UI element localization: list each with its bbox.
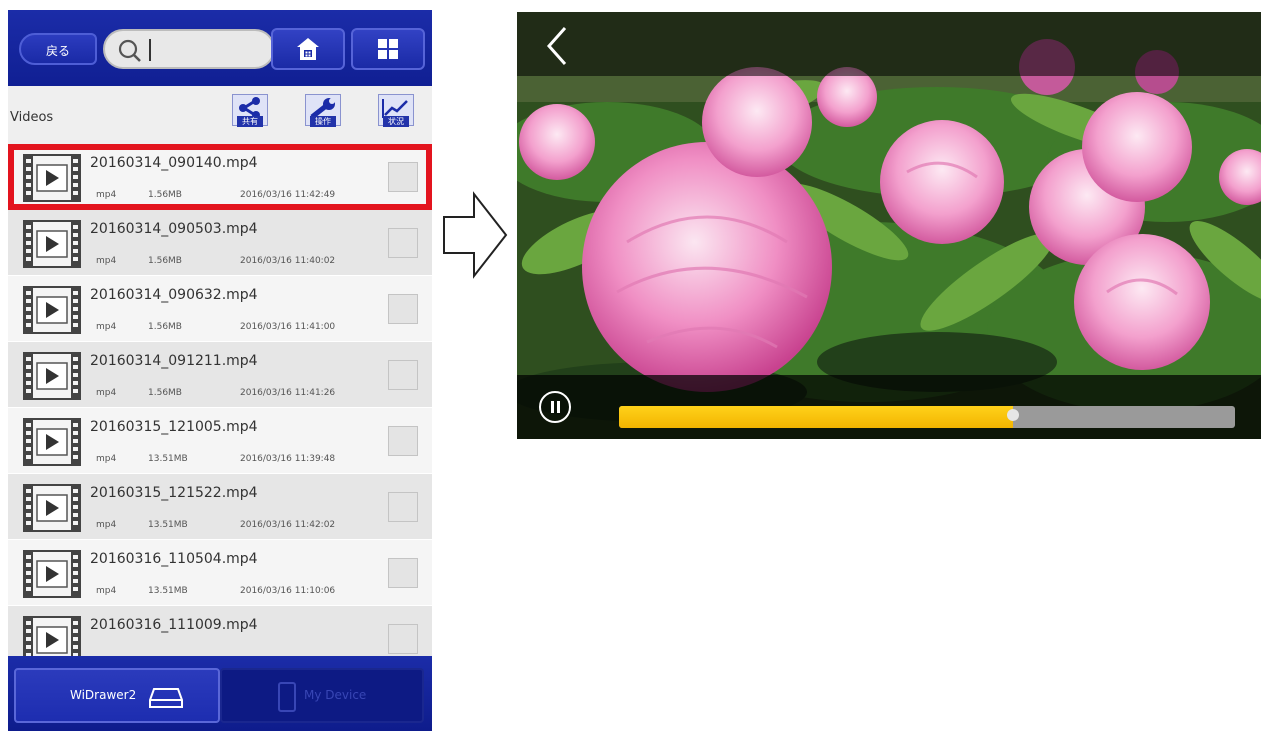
select-checkbox[interactable] [388,426,418,456]
top-bar: 戻る [8,10,432,86]
file-browser-screen: 戻る Videos 共有 操作 状況 20160314_090140.mp4 m… [8,10,432,731]
file-name: 20160314_090140.mp4 [90,155,258,171]
search-icon [118,39,141,62]
list-item[interactable]: 20160315_121005.mp4 mp4 13.51MB 2016/03/16 … [8,408,432,474]
file-name: 20160315_121005.mp4 [90,419,258,435]
tab-widrawer2[interactable]: WiDrawer2 [14,668,220,723]
file-date: 2016/03/16 11:42:49 [240,190,336,200]
select-checkbox[interactable] [388,162,418,192]
file-name: 20160316_110504.mp4 [90,551,258,567]
select-checkbox[interactable] [388,492,418,522]
video-file-icon [23,352,81,400]
home-icon [297,38,319,60]
select-checkbox[interactable] [388,360,418,390]
file-type: mp4 [96,586,117,596]
grid-view-button[interactable] [351,28,425,70]
file-list: 20160314_090140.mp4 mp4 1.56MB 2016/03/16 1… [8,144,432,672]
file-type: mp4 [96,388,117,398]
file-date: 2016/03/16 11:41:00 [240,322,336,332]
folder-title: Videos [10,110,54,125]
operation-label: 操作 [310,116,336,127]
share-button[interactable]: 共有 [232,94,268,138]
status-label: 状況 [383,116,409,127]
file-date: 2016/03/16 11:40:02 [240,256,336,266]
bottom-tab-bar: WiDrawer2 My Device [8,656,432,731]
seek-bar[interactable] [619,406,1235,428]
file-size: 1.56MB [148,388,182,398]
file-name: 20160314_091211.mp4 [90,353,258,369]
file-size: 1.56MB [148,322,182,332]
home-button[interactable] [271,28,345,70]
drive-icon [149,688,183,708]
video-file-icon [23,220,81,268]
file-type: mp4 [96,322,117,332]
list-item[interactable]: 20160315_121522.mp4 mp4 13.51MB 2016/03/16 … [8,474,432,540]
grid-icon [378,39,398,59]
file-date: 2016/03/16 11:10:06 [240,586,336,596]
back-chevron-icon[interactable] [545,26,569,66]
file-date: 2016/03/16 11:41:26 [240,388,336,398]
video-file-icon [23,154,81,202]
player-controls [517,375,1261,439]
file-size: 1.56MB [148,190,182,200]
text-cursor [149,39,151,61]
video-file-icon [23,286,81,334]
back-button[interactable]: 戻る [19,33,97,65]
file-type: mp4 [96,256,117,266]
file-name: 20160314_090632.mp4 [90,287,258,303]
file-date: 2016/03/16 11:42:02 [240,520,336,530]
file-type: mp4 [96,520,117,530]
file-size: 1.56MB [148,256,182,266]
list-item[interactable]: 20160316_110504.mp4 mp4 13.51MB 2016/03/16 … [8,540,432,606]
search-input[interactable] [153,37,267,63]
select-checkbox[interactable] [388,624,418,654]
file-size: 13.51MB [148,586,188,596]
file-name: 20160314_090503.mp4 [90,221,258,237]
tab-my-device[interactable]: My Device [220,668,424,723]
tab-widrawer2-label: WiDrawer2 [70,688,137,702]
file-name: 20160316_111009.mp4 [90,617,258,633]
status-button[interactable]: 状況 [378,94,414,138]
video-player[interactable] [517,12,1261,439]
select-checkbox[interactable] [388,228,418,258]
search-box[interactable] [103,29,275,69]
file-type: mp4 [96,190,117,200]
tab-my-device-label: My Device [304,688,367,702]
right-arrow-icon [443,191,508,279]
list-item[interactable]: 20160314_090632.mp4 mp4 1.56MB 2016/03/16 1… [8,276,432,342]
player-top-bar [517,12,1261,76]
select-checkbox[interactable] [388,294,418,324]
list-item[interactable]: 20160314_091211.mp4 mp4 1.56MB 2016/03/16 1… [8,342,432,408]
folder-toolbar [8,86,432,145]
file-size: 13.51MB [148,520,188,530]
file-size: 13.51MB [148,454,188,464]
list-item[interactable]: 20160314_090140.mp4 mp4 1.56MB 2016/03/16 1… [8,144,432,210]
seek-bar-progress [619,406,1014,428]
share-label: 共有 [237,116,263,127]
pause-button[interactable] [539,391,571,423]
select-checkbox[interactable] [388,558,418,588]
file-name: 20160315_121522.mp4 [90,485,258,501]
list-item[interactable]: 20160314_090503.mp4 mp4 1.56MB 2016/03/16 1… [8,210,432,276]
video-file-icon [23,550,81,598]
video-file-icon [23,484,81,532]
file-date: 2016/03/16 11:39:48 [240,454,336,464]
operation-button[interactable]: 操作 [305,94,341,138]
video-file-icon [23,418,81,466]
phone-icon [278,682,296,712]
file-type: mp4 [96,454,117,464]
